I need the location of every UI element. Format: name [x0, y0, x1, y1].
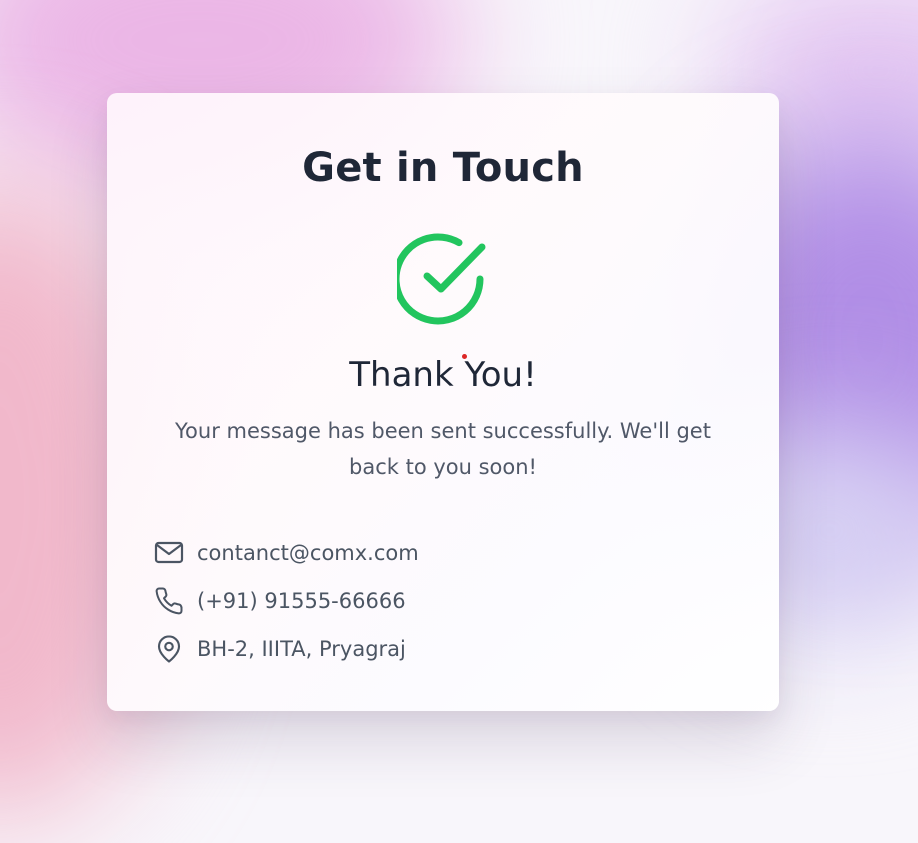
contact-address[interactable]: BH-2, IIITA, Pryagraj [154, 625, 419, 673]
contact-card: Get in Touch Thank You! Your message has… [107, 93, 779, 711]
contact-info-list: contanct@comx.com (+91) 91555-66666 BH-2… [154, 529, 419, 673]
contact-address-text: BH-2, IIITA, Pryagraj [197, 637, 406, 661]
contact-phone[interactable]: (+91) 91555-66666 [154, 577, 419, 625]
map-pin-icon [154, 634, 184, 664]
page-title: Get in Touch [302, 145, 584, 191]
check-circle-icon [397, 233, 486, 325]
contact-email-text: contanct@comx.com [197, 541, 419, 565]
contact-email[interactable]: contanct@comx.com [154, 529, 419, 577]
contact-phone-text: (+91) 91555-66666 [197, 589, 406, 613]
mail-icon [154, 538, 184, 568]
success-message: Your message has been sent successfully.… [175, 419, 711, 479]
success-heading: Thank You! [349, 355, 537, 395]
phone-icon [154, 586, 184, 616]
